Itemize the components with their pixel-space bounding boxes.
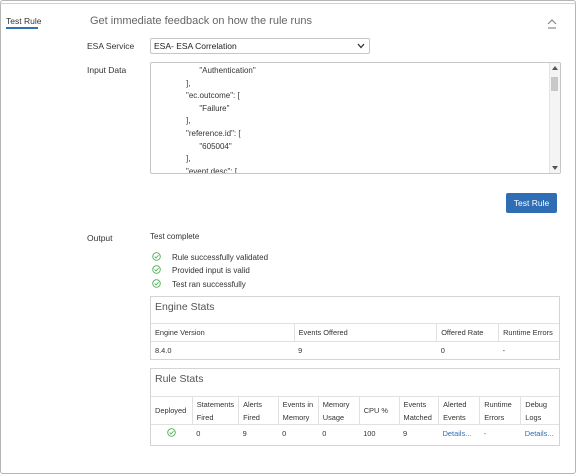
column-header: Offered Rate [436,323,500,342]
column-header-debug-logs: Debug Logs [520,396,559,425]
esa-service-label: ESA Service [87,41,135,51]
column-header-statements-fired: Statements Fired [192,396,240,425]
column-header: Engine Version [151,323,295,342]
test-status: Test complete [150,232,200,241]
check-circle-icon [167,428,176,437]
input-data-content: "Authentication"], "ec.outcome": [ "Failu… [186,65,256,174]
table-cell: 9 [298,346,303,356]
code-line: ], [186,78,191,88]
check-circle-icon [152,265,161,274]
active-tab-indicator [6,27,38,29]
check-label: Test ran successfully [172,280,246,289]
deployed-cell [151,425,192,443]
esa-service-select[interactable]: ESA- ESA Correlation [150,38,370,54]
input-data-label: Input Data [87,65,127,75]
column-header-memory-usage: Memory Usage [318,396,360,425]
table-cell: 9 [403,429,408,439]
rule-stats-title: Rule Stats [155,373,204,385]
code-line: ], [186,154,191,164]
code-line: "Failure" [186,103,230,113]
table-cell: 0 [322,429,327,439]
code-line: "605004" [186,141,232,151]
column-header-runtime-errors: Runtime Errors [479,396,522,425]
output-label: Output [87,233,113,243]
engine-stats-table: Engine Version Events Offered Offered Ra… [151,323,559,360]
column-header-alerted-events: Alerted Events [438,396,481,425]
column-header-cpu: CPU % [359,396,400,425]
column-header: Runtime Errors [498,323,559,342]
chevron-up-icon[interactable] [546,18,558,30]
section-tab-test-rule[interactable]: Test Rule [6,16,41,26]
column-header-deployed: Deployed [151,396,193,425]
scroll-up-icon[interactable] [552,66,558,70]
divider [0,3,576,4]
section-heading: Get immediate feedback on how the rule r… [90,15,312,27]
check-circle-icon [152,279,161,288]
rule-stats-table: Deployed Statements Fired Alerts Fired Eve… [151,396,559,443]
table-cell: 0 [282,429,287,439]
check-label: Rule successfully validated [172,253,269,262]
rule-stats-panel: Rule Stats Deployed Statements Fired Aler… [150,368,560,446]
column-header-events-matched: Events Matched [399,396,440,425]
column-header: Events Offered [294,323,438,342]
engine-stats-title: Engine Stats [155,301,215,313]
debug-logs-details-link[interactable]: Details... [521,425,559,443]
check-label: Provided input is valid [172,266,250,275]
chevron-down-icon [357,43,365,49]
table-cell: 0 [440,346,445,356]
esa-service-value: ESA- ESA Correlation [154,41,237,51]
table-row: 0 9 0 0 100 9 Details... - Details... [151,425,559,443]
column-header-alerts-fired: Alerts Fired [238,396,279,425]
table-row: 8.4.0 9 0 - [151,342,559,360]
check-circle-icon [152,252,161,261]
table-cell: 0 [196,429,201,439]
alerted-events-details-link[interactable]: Details... [439,425,480,443]
column-header-events-in-memory: Events in Memory [278,396,319,425]
scrollbar[interactable] [549,63,560,173]
test-rule-button[interactable]: Test Rule [506,193,557,213]
code-line: "Authentication" [186,66,256,75]
table-cell: 100 [363,429,376,439]
table-cell: 9 [242,429,247,439]
code-line: "reference.id": [ [186,128,241,138]
runtime-errors-link[interactable]: - [480,425,521,443]
input-data-textarea[interactable]: "Authentication"], "ec.outcome": [ "Failu… [150,62,561,174]
table-cell: 8.4.0 [155,346,172,356]
code-line: "ec.outcome": [ [186,91,240,101]
scroll-thumb[interactable] [551,77,558,91]
engine-stats-panel: Engine Stats Engine Version Events Offer… [150,296,560,360]
scroll-down-icon[interactable] [552,166,558,170]
table-cell: - [502,346,506,356]
code-line: "event.desc": [ [186,166,238,174]
code-line: ], [186,116,191,126]
